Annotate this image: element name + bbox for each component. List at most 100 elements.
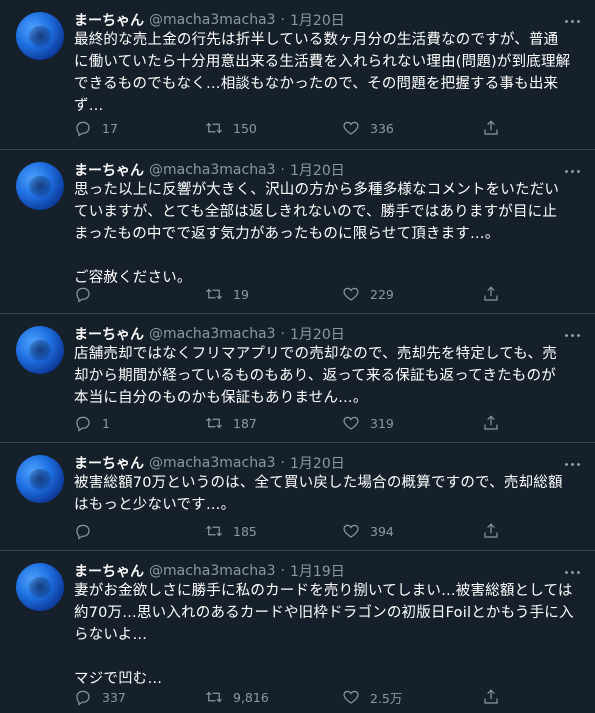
like-count: 319 xyxy=(370,415,394,431)
heart-icon xyxy=(343,416,359,430)
retweet-icon xyxy=(206,288,222,300)
tweet-text: 妻がお金欲しさに勝手に私のカードを売り捌いてしまい…被害総額としては 約70万…… xyxy=(74,583,574,687)
heart-icon xyxy=(343,121,359,135)
display-name[interactable]: まーちゃん xyxy=(74,10,144,30)
tweet-text: 最終的な売上金の行先は折半している数ヶ月分の生活費なのですが、普通 に働いていた… xyxy=(74,32,571,114)
like-count: 2.5万 xyxy=(370,690,403,706)
retweet-count: 185 xyxy=(233,523,257,539)
tweet-header: まーちゃん @macha3macha3 · 1月19日 xyxy=(74,561,345,581)
reply-icon xyxy=(76,121,90,137)
retweet-icon xyxy=(206,691,222,703)
tweet-actions: 185 394 xyxy=(74,521,504,541)
like-button[interactable]: 336 xyxy=(342,118,394,138)
retweet-button[interactable]: 9,816 xyxy=(205,687,269,707)
tweet-text: 店舗売却ではなくフリマアプリでの売却なので、売却先を特定しても、売 却から期間が… xyxy=(74,346,557,406)
share-icon xyxy=(484,523,498,538)
share-button[interactable] xyxy=(482,118,500,138)
share-icon xyxy=(484,286,498,301)
like-button[interactable]: 319 xyxy=(342,413,394,433)
retweet-button[interactable]: 150 xyxy=(205,118,257,138)
tweet[interactable]: まーちゃん @macha3macha3 · 1月19日 妻がお金欲しさに勝手に私… xyxy=(0,551,595,713)
retweet-count: 19 xyxy=(233,286,249,302)
avatar[interactable] xyxy=(16,12,64,60)
tweet-actions: 17 150 336 xyxy=(74,118,504,138)
separator: · xyxy=(280,12,285,28)
tweet[interactable]: まーちゃん @macha3macha3 · 1月20日 最終的な売上金の行先は折… xyxy=(0,0,595,150)
separator: · xyxy=(280,563,285,579)
like-count: 336 xyxy=(370,120,394,136)
tweet-text: 被害総額70万というのは、全て買い戻した場合の概算ですので、売却総額 はもっと少… xyxy=(74,475,563,513)
tweet-header: まーちゃん @macha3macha3 · 1月20日 xyxy=(74,453,345,473)
retweet-icon xyxy=(206,525,222,537)
reply-count: 17 xyxy=(102,120,118,136)
reply-count: 1 xyxy=(102,415,110,431)
heart-icon xyxy=(343,524,359,538)
like-count: 394 xyxy=(370,523,394,539)
retweet-icon xyxy=(206,417,222,429)
more-options-icon[interactable] xyxy=(563,162,581,180)
share-icon xyxy=(484,120,498,135)
reply-icon xyxy=(76,287,90,303)
tweet-date[interactable]: 1月20日 xyxy=(290,160,345,180)
avatar[interactable] xyxy=(16,455,64,503)
avatar[interactable] xyxy=(16,326,64,374)
retweet-button[interactable]: 19 xyxy=(205,284,249,304)
separator: · xyxy=(280,162,285,178)
more-options-icon[interactable] xyxy=(563,12,581,30)
reply-button[interactable] xyxy=(74,284,102,304)
share-button[interactable] xyxy=(482,687,500,707)
reply-button[interactable]: 337 xyxy=(74,687,126,707)
retweet-count: 187 xyxy=(233,415,257,431)
tweet[interactable]: まーちゃん @macha3macha3 · 1月20日 店舗売却ではなくフリマア… xyxy=(0,314,595,443)
tweet-date[interactable]: 1月19日 xyxy=(290,561,345,581)
reply-icon xyxy=(76,524,90,540)
tweet-actions: 337 9,816 2.5万 xyxy=(74,687,504,707)
share-icon xyxy=(484,689,498,704)
like-button[interactable]: 229 xyxy=(342,284,394,304)
display-name[interactable]: まーちゃん xyxy=(74,453,144,473)
tweet-date[interactable]: 1月20日 xyxy=(290,324,345,344)
retweet-button[interactable]: 187 xyxy=(205,413,257,433)
tweet-header: まーちゃん @macha3macha3 · 1月20日 xyxy=(74,324,345,344)
more-options-icon[interactable] xyxy=(563,326,581,344)
like-button[interactable]: 394 xyxy=(342,521,394,541)
user-handle[interactable]: @macha3macha3 xyxy=(149,563,276,579)
reply-count: 337 xyxy=(102,689,126,705)
display-name[interactable]: まーちゃん xyxy=(74,324,144,344)
tweet-header: まーちゃん @macha3macha3 · 1月20日 xyxy=(74,160,345,180)
retweet-icon xyxy=(206,122,222,134)
retweet-count: 9,816 xyxy=(233,689,269,705)
separator: · xyxy=(280,326,285,342)
reply-icon xyxy=(76,416,90,432)
share-icon xyxy=(484,415,498,430)
reply-icon xyxy=(76,690,90,706)
display-name[interactable]: まーちゃん xyxy=(74,561,144,581)
separator: · xyxy=(280,455,285,471)
reply-button[interactable] xyxy=(74,521,102,541)
reply-button[interactable]: 17 xyxy=(74,118,118,138)
like-button[interactable]: 2.5万 xyxy=(342,687,402,707)
tweet-header: まーちゃん @macha3macha3 · 1月20日 xyxy=(74,10,345,30)
tweet-date[interactable]: 1月20日 xyxy=(290,10,345,30)
tweet[interactable]: まーちゃん @macha3macha3 · 1月20日 被害総額70万というのは… xyxy=(0,443,595,551)
reply-button[interactable]: 1 xyxy=(74,413,110,433)
share-button[interactable] xyxy=(482,521,500,541)
retweet-button[interactable]: 185 xyxy=(205,521,257,541)
user-handle[interactable]: @macha3macha3 xyxy=(149,12,276,28)
more-options-icon[interactable] xyxy=(563,563,581,581)
tweet[interactable]: まーちゃん @macha3macha3 · 1月20日 思った以上に反響が大きく… xyxy=(0,150,595,314)
user-handle[interactable]: @macha3macha3 xyxy=(149,326,276,342)
tweet-actions: 1 187 319 xyxy=(74,413,504,433)
share-button[interactable] xyxy=(482,413,500,433)
avatar[interactable] xyxy=(16,563,64,611)
user-handle[interactable]: @macha3macha3 xyxy=(149,162,276,178)
heart-icon xyxy=(343,287,359,301)
heart-icon xyxy=(343,690,359,704)
tweet-date[interactable]: 1月20日 xyxy=(290,453,345,473)
share-button[interactable] xyxy=(482,284,500,304)
user-handle[interactable]: @macha3macha3 xyxy=(149,455,276,471)
more-options-icon[interactable] xyxy=(563,455,581,473)
retweet-count: 150 xyxy=(233,120,257,136)
display-name[interactable]: まーちゃん xyxy=(74,160,144,180)
avatar[interactable] xyxy=(16,162,64,210)
